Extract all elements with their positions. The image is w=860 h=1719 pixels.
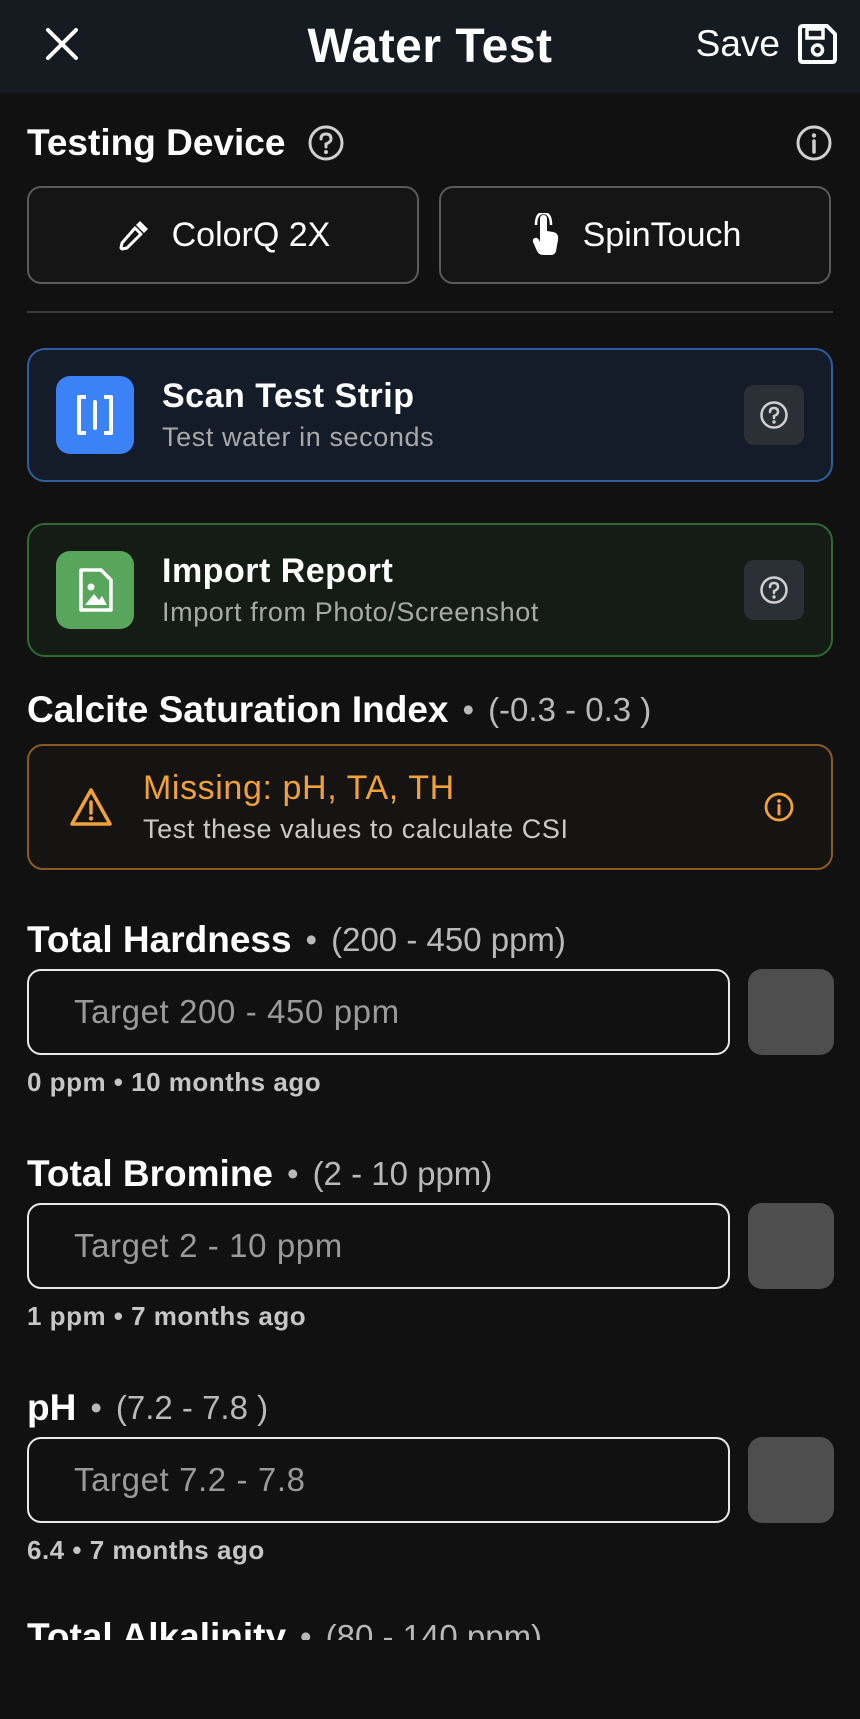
reading-header: pH • (7.2 - 7.8 ) [27, 1383, 833, 1433]
scan-test-strip-card[interactable]: Scan Test Strip Test water in seconds [27, 348, 833, 482]
section-title: Calcite Saturation Index [27, 689, 449, 730]
section-title: Testing Device [27, 122, 286, 163]
card-subtitle: Test water in seconds [162, 422, 435, 452]
warning-icon [70, 788, 112, 826]
section-range: (-0.3 - 0.3 ) [488, 691, 652, 728]
dropper-icon [119, 221, 148, 251]
floppy-disk-icon [798, 24, 837, 64]
reading-range: (2 - 10 ppm) [312, 1155, 493, 1192]
last-reading: 6.4 • 7 months ago [27, 1535, 265, 1565]
card-subtitle: Import from Photo/Screenshot [162, 597, 539, 627]
page-title: Water Test [307, 20, 553, 73]
reading-title: pH [27, 1387, 77, 1428]
reading-header: Total Bromine • (2 - 10 ppm) [27, 1149, 833, 1199]
info-icon[interactable] [795, 124, 833, 162]
scan-help-button[interactable] [744, 385, 804, 445]
last-reading: 1 ppm • 7 months ago [27, 1301, 307, 1331]
scan-icon [56, 376, 134, 454]
csi-warning[interactable]: Missing: pH, TA, TH Test these values to… [27, 744, 833, 870]
device-spintouch-button[interactable]: SpinTouch [439, 186, 831, 284]
save-label: Save [695, 23, 780, 64]
bullet: • [287, 1155, 299, 1192]
color-swatch-button[interactable] [748, 1203, 834, 1289]
card-title: Import Report [162, 552, 394, 590]
image-file-icon [56, 551, 134, 629]
bullet: • [305, 921, 318, 958]
save-button[interactable]: Save [696, 14, 838, 74]
reading-header: Total Hardness • (200 - 450 ppm) [27, 915, 833, 965]
testing-device-header: Testing Device [27, 118, 833, 168]
close-button[interactable] [38, 20, 86, 68]
ph-field[interactable] [27, 1437, 730, 1523]
device-label: ColorQ 2X [171, 215, 331, 254]
close-icon [46, 28, 78, 60]
total-hardness-input[interactable] [72, 992, 728, 1032]
warning-title: Missing: pH, TA, TH [143, 769, 455, 807]
total-hardness-field[interactable] [27, 969, 730, 1055]
touch-icon [532, 213, 558, 255]
import-help-button[interactable] [744, 560, 804, 620]
reading-title: Total Hardness [27, 919, 292, 960]
csi-header: Calcite Saturation Index • (-0.3 - 0.3 ) [27, 685, 833, 735]
color-swatch-button[interactable] [748, 969, 834, 1055]
info-icon[interactable] [763, 791, 795, 823]
warning-subtitle: Test these values to calculate CSI [143, 814, 569, 844]
bullet: • [90, 1389, 102, 1426]
help-icon [760, 401, 788, 429]
color-swatch-button[interactable] [748, 1437, 834, 1523]
device-colorq-button[interactable]: ColorQ 2X [27, 186, 419, 284]
help-icon[interactable] [307, 124, 345, 162]
card-title: Scan Test Strip [162, 377, 415, 415]
ph-input[interactable] [72, 1460, 728, 1500]
bullet: • [462, 691, 475, 728]
total-bromine-field[interactable] [27, 1203, 730, 1289]
reading-title: Total Bromine [27, 1153, 273, 1194]
reading-range: (200 - 450 ppm) [331, 921, 566, 958]
last-reading: 0 ppm • 10 months ago [27, 1067, 322, 1097]
top-bar: Water Test Save [0, 0, 860, 93]
device-label: SpinTouch [582, 215, 742, 254]
divider [27, 311, 833, 313]
help-icon [760, 576, 788, 604]
import-report-card[interactable]: Import Report Import from Photo/Screensh… [27, 523, 833, 657]
reading-range: (7.2 - 7.8 ) [115, 1389, 269, 1426]
bottom-mask [0, 1640, 860, 1719]
total-bromine-input[interactable] [72, 1226, 728, 1266]
